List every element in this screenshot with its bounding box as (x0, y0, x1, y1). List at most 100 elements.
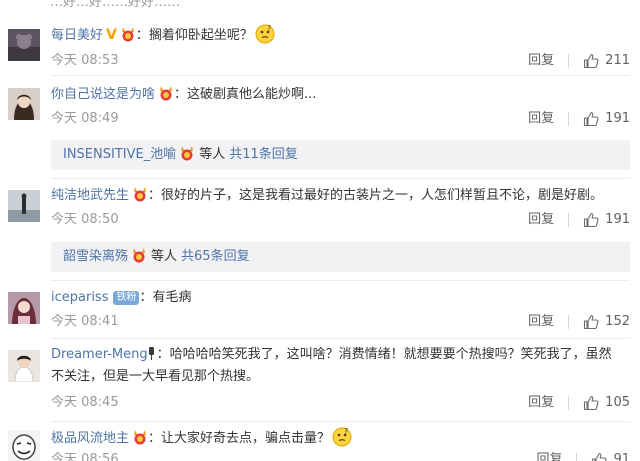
previous-comment-fragment: …好…好……好好…… (0, 0, 640, 8)
fan-medal-icon[interactable] (131, 247, 147, 263)
comment-actions: 回复 191 (528, 110, 630, 128)
comment-item: icepariss 铁粉 ：有毛病 今天 08:41 回复 152 (0, 287, 640, 335)
comment-divider (51, 280, 630, 281)
previous-comment-text: …好…好……好好…… (50, 0, 181, 8)
username-link[interactable]: 纯洁地武先生 (51, 188, 129, 203)
avatar-image (8, 350, 40, 382)
comment-body: Dreamer-Meng ：哈哈哈哈笑死我了，这叫啥？消费情绪！就想要要个热搜吗？… (51, 344, 626, 388)
like-count: 191 (605, 111, 630, 126)
comment-meta: 今天 08:41 回复 152 (51, 313, 630, 331)
fan-medal-icon[interactable] (179, 145, 195, 161)
comment-text: ：很好的片子，这是我看过最好的古装片之一，人怎们样暂且不论，剧是好剧。 (148, 188, 604, 203)
like-count: 191 (605, 212, 630, 227)
v-badge-icon: V (106, 27, 117, 43)
like-button[interactable]: 152 (569, 313, 630, 331)
comment-item: Dreamer-Meng ：哈哈哈哈笑死我了，这叫啥？消费情绪！就想要要个热搜吗？… (0, 344, 640, 416)
comment-actions: 回复 211 (528, 52, 630, 70)
comment-item: 每日美好 V ：搁着仰卧起坐呢？? 今天 08:53 回复 211 (0, 24, 640, 72)
thumbs-up-icon (584, 315, 599, 330)
comment-divider (51, 75, 630, 76)
svg-text:?: ? (267, 24, 271, 33)
comment-divider (51, 338, 630, 339)
fan-medal-icon[interactable] (158, 85, 174, 101)
svg-text:?: ? (344, 427, 348, 436)
avatar-image (8, 29, 40, 61)
sub-replies-box[interactable]: 韶雪染离殇 等人 共65条回复 (51, 242, 630, 272)
sub-reply-username[interactable]: INSENSITIVE_池喻 (63, 147, 176, 162)
avatar[interactable] (8, 29, 40, 61)
comment-text: ：有毛病 (139, 290, 192, 305)
sub-reply-etc: 等人 (199, 147, 226, 162)
timestamp: 今天 08:53 (51, 53, 119, 68)
view-replies-link[interactable]: 共65条回复 (181, 249, 250, 264)
reply-button[interactable]: 回复 (528, 313, 568, 331)
timestamp: 今天 08:56 (51, 452, 119, 461)
comment-item: 你自己说这是为啥 ：这破剧真他么能炒啊... 今天 08:49 回复 191 (0, 84, 640, 132)
fan-badge[interactable]: 铁粉 (113, 291, 140, 305)
sub-replies-box[interactable]: INSENSITIVE_池喻 等人 共11条回复 (51, 140, 630, 170)
fan-medal-icon[interactable] (120, 26, 136, 42)
avatar[interactable] (8, 350, 40, 382)
thinking-face-emoji: ? (255, 24, 275, 44)
comment-item: 纯洁地武先生 ：很好的片子，这是我看过最好的古装片之一，人怎们样暂且不论，剧是好剧… (0, 185, 640, 233)
reply-button[interactable]: 回复 (528, 110, 568, 128)
avatar[interactable] (8, 190, 40, 222)
timestamp: 今天 08:41 (51, 314, 119, 329)
comment-divider (51, 178, 630, 179)
like-count: 211 (605, 53, 630, 68)
comment-text-continued: 不关注，但是一大早看见那个热搜。 (51, 369, 260, 384)
comment-actions: 回复 105 (528, 394, 630, 412)
comment-text: ：搁着仰卧起坐呢？ (135, 28, 253, 43)
comment-actions: 回复 191 (528, 211, 630, 229)
comment-actions: 回复 152 (528, 313, 630, 331)
like-button[interactable]: 211 (569, 52, 630, 70)
comment-meta: 今天 08:53 回复 211 (51, 52, 630, 70)
comment-text: ：哈哈哈哈笑死我了，这叫啥？消费情绪！就想要要个热搜吗？笑死我了，虽然 (156, 347, 612, 362)
like-button[interactable]: 191 (569, 211, 630, 229)
reply-button[interactable]: 回复 (536, 451, 576, 461)
avatar[interactable] (8, 430, 40, 461)
username-link[interactable]: 极品风流地主 (51, 431, 129, 446)
username-link[interactable]: 你自己说这是为啥 (51, 87, 155, 102)
timestamp: 今天 08:49 (51, 111, 119, 126)
fan-medal-icon[interactable] (132, 186, 148, 202)
comment-meta: 今天 08:45 回复 105 (51, 394, 630, 412)
comment-list: …好…好……好好…… 每日美好V ：搁着仰卧起坐呢？? 今天 08:53 回复 (0, 0, 640, 461)
reply-button[interactable]: 回复 (528, 211, 568, 229)
like-button[interactable]: 91 (577, 451, 630, 461)
timestamp: 今天 08:50 (51, 212, 119, 227)
view-replies-link[interactable]: 共11条回复 (229, 147, 298, 162)
avatar-image (8, 292, 40, 324)
like-button[interactable]: 191 (569, 110, 630, 128)
thumbs-up-icon (584, 112, 599, 127)
sub-reply-username[interactable]: 韶雪染离殇 (63, 249, 128, 264)
avatar[interactable] (8, 88, 40, 120)
reply-button[interactable]: 回复 (528, 52, 568, 70)
like-count: 152 (605, 314, 630, 329)
comment-body: icepariss 铁粉 ：有毛病 (51, 287, 626, 309)
username-link[interactable]: 每日美好 (51, 28, 103, 43)
reply-button[interactable]: 回复 (528, 394, 568, 412)
thumbs-up-icon (584, 213, 599, 228)
thumbs-up-icon (584, 54, 599, 69)
pin-icon (148, 347, 154, 360)
like-count: 91 (613, 452, 630, 461)
like-button[interactable]: 105 (569, 394, 630, 412)
thumbs-up-icon (584, 396, 599, 411)
avatar-image (8, 190, 40, 222)
fan-medal-icon[interactable] (132, 429, 148, 445)
like-count: 105 (605, 395, 630, 410)
username-link[interactable]: icepariss (51, 290, 108, 305)
avatar-image (8, 430, 40, 461)
comment-actions: 回复 91 (536, 451, 630, 461)
comment-body: 你自己说这是为啥 ：这破剧真他么能炒啊... (51, 84, 626, 106)
sub-reply-etc: 等人 (151, 249, 178, 264)
comment-text: ：这破剧真他么能炒啊... (174, 87, 317, 102)
timestamp: 今天 08:45 (51, 395, 119, 410)
username-link[interactable]: Dreamer-Meng (51, 347, 148, 362)
avatar[interactable] (8, 292, 40, 324)
comment-meta: 今天 08:56 回复 91 (51, 451, 630, 461)
comment-body: 极品风流地主 ：让大家好奇去点，骗点击量？? (51, 427, 626, 450)
thinking-face-emoji: ? (332, 427, 352, 447)
comment-text: ：让大家好奇去点，骗点击量？ (148, 431, 331, 446)
